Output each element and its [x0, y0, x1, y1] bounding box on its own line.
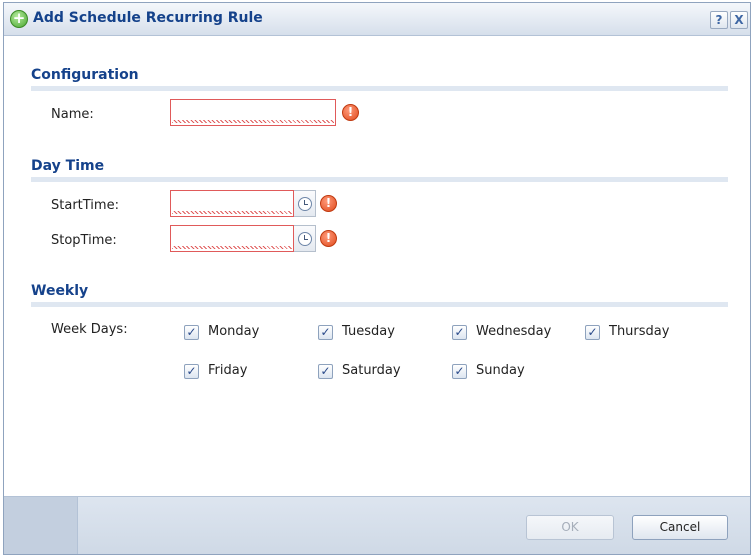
dialog-footer: OK Cancel: [4, 496, 750, 554]
cancel-button[interactable]: Cancel: [632, 515, 728, 540]
dialog-titlebar: + Add Schedule Recurring Rule ? X: [4, 3, 750, 36]
checkbox-label: Friday: [208, 363, 248, 378]
add-schedule-recurring-rule-dialog: + Add Schedule Recurring Rule ? X Config…: [3, 2, 751, 555]
name-field[interactable]: [170, 99, 336, 126]
validation-underline: [172, 246, 292, 249]
checkmark-icon[interactable]: ✓: [452, 364, 467, 379]
validation-underline: [172, 120, 334, 123]
checkmark-icon[interactable]: ✓: [318, 364, 333, 379]
error-icon: !: [342, 104, 359, 121]
checkbox-label: Saturday: [342, 363, 401, 378]
section-divider: [31, 86, 728, 91]
close-button[interactable]: X: [730, 11, 748, 29]
section-divider: [31, 177, 728, 182]
validation-underline: [172, 211, 292, 214]
stop-time-picker-button[interactable]: [294, 225, 316, 252]
week-days-label: Week Days:: [51, 322, 128, 337]
help-button[interactable]: ?: [710, 11, 728, 29]
weekly-heading: Weekly: [31, 283, 89, 299]
stop-time-field[interactable]: [170, 225, 294, 252]
checkbox-label: Monday: [208, 324, 260, 339]
checkbox-label: Thursday: [609, 324, 670, 339]
checkmark-icon[interactable]: ✓: [184, 364, 199, 379]
checkbox-label: Tuesday: [342, 324, 395, 339]
checkbox-label: Sunday: [476, 363, 525, 378]
clock-icon: [298, 232, 312, 246]
clock-icon: [298, 197, 312, 211]
ok-button[interactable]: OK: [526, 515, 614, 540]
checkbox-label: Wednesday: [476, 324, 552, 339]
error-icon: !: [320, 230, 337, 247]
start-time-label: StartTime:: [51, 198, 119, 213]
checkmark-icon[interactable]: ✓: [184, 325, 199, 340]
configuration-heading: Configuration: [31, 67, 139, 83]
help-icon: ?: [715, 13, 723, 27]
checkmark-icon[interactable]: ✓: [452, 325, 467, 340]
start-time-picker-button[interactable]: [294, 190, 316, 217]
day-time-heading: Day Time: [31, 158, 105, 174]
footer-side-panel: [4, 497, 78, 554]
plus-circle-icon: +: [10, 10, 28, 28]
error-icon: !: [320, 195, 337, 212]
start-time-field[interactable]: [170, 190, 294, 217]
section-divider: [31, 302, 728, 307]
close-icon: X: [734, 13, 744, 27]
dialog-title: Add Schedule Recurring Rule: [33, 10, 263, 26]
checkmark-icon[interactable]: ✓: [318, 325, 333, 340]
checkmark-icon[interactable]: ✓: [585, 325, 600, 340]
stop-time-label: StopTime:: [51, 233, 117, 248]
name-label: Name:: [51, 107, 94, 122]
